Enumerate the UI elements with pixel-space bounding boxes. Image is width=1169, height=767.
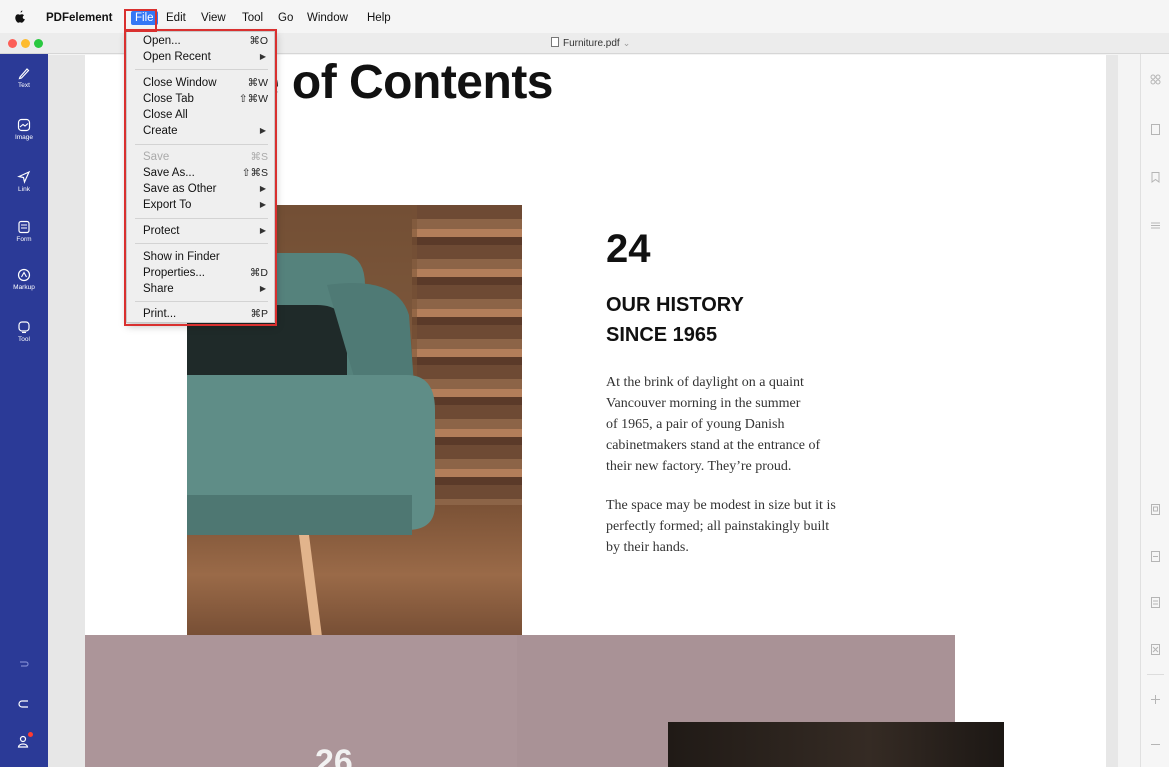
redo-button[interactable]	[0, 656, 48, 674]
link-icon	[17, 170, 31, 184]
tool-icon	[18, 321, 30, 334]
thumbnails-icon[interactable]	[1150, 74, 1161, 85]
undo-button[interactable]	[0, 696, 48, 714]
text-line: The space may be modest in size but it i…	[606, 498, 836, 513]
menu-help[interactable]: Help	[367, 12, 391, 24]
tool-form[interactable]: Form	[0, 220, 48, 243]
undo-icon	[18, 700, 28, 708]
tool-markup-label: Markup	[13, 284, 35, 291]
menu-edit[interactable]: Edit	[166, 12, 186, 24]
tool-link-label: Link	[18, 186, 30, 193]
text-line: cabinetmakers stand at the entrance of	[606, 438, 821, 453]
tool-image[interactable]: Image	[0, 118, 48, 141]
app-name-menu[interactable]: PDFelement	[46, 12, 112, 24]
menu-window[interactable]: Window	[307, 12, 348, 24]
image-icon	[17, 118, 31, 132]
left-toolbar: Text Image Link Form Markup Tool	[0, 54, 48, 767]
file-dropdown-highlight	[124, 29, 277, 326]
two-page-icon[interactable]	[1150, 551, 1161, 562]
menu-tool[interactable]: Tool	[242, 12, 263, 24]
notification-dot	[28, 732, 33, 737]
history-paragraph-1: At the brink of daylight on a quaint Van…	[606, 372, 886, 477]
text-line: their new factory. They’re proud.	[606, 459, 792, 474]
bottom-photo	[668, 722, 1004, 767]
chevron-down-icon: ⌄	[622, 38, 631, 48]
account-button[interactable]	[0, 732, 48, 753]
document-title[interactable]: Furniture.pdf ⌄	[551, 37, 630, 49]
form-icon	[18, 220, 30, 234]
tool-text-label: Text	[18, 82, 30, 89]
sidebar-divider	[1147, 674, 1164, 675]
text-line: Vancouver morning in the summer	[606, 396, 801, 411]
document-title-text: Furniture.pdf	[563, 38, 620, 49]
zoom-out-icon[interactable]	[1150, 739, 1161, 750]
tool-image-label: Image	[14, 134, 34, 141]
text-line: of 1965, a pair of young Danish	[606, 417, 785, 432]
pink-band-left	[85, 635, 517, 767]
pdf-file-icon	[551, 37, 559, 47]
redo-icon	[20, 661, 29, 667]
right-sidebar	[1140, 54, 1169, 767]
menu-go[interactable]: Go	[278, 12, 293, 24]
tool-form-label: Form	[16, 236, 32, 243]
section-title: OUR HISTORY SINCE 1965	[606, 290, 744, 350]
close-window-button[interactable]	[8, 39, 17, 48]
tool-tool[interactable]: Tool	[0, 320, 48, 343]
page-icon[interactable]	[1150, 124, 1161, 135]
tool-tool-label: Tool	[18, 336, 30, 343]
text-line: perfectly formed; all painstakingly buil…	[606, 519, 830, 534]
zoom-in-icon[interactable]	[1150, 694, 1161, 705]
tool-link[interactable]: Link	[0, 170, 48, 193]
scroll-view-icon[interactable]	[1150, 597, 1161, 608]
zoom-window-button[interactable]	[34, 39, 43, 48]
pen-icon	[18, 68, 30, 80]
bottom-page-number: 26	[315, 743, 353, 767]
section-title-line2: SINCE 1965	[606, 324, 718, 346]
page-view-icon[interactable]	[1150, 504, 1161, 515]
apple-menu-icon[interactable]	[14, 10, 26, 26]
page-heading: le of Contents	[240, 56, 554, 109]
list-icon[interactable]	[1150, 220, 1161, 231]
section-title-line1: OUR HISTORY	[606, 294, 744, 316]
bookmark-icon[interactable]	[1150, 172, 1161, 183]
tool-text[interactable]: Text	[0, 66, 48, 89]
section-page-number: 24	[606, 227, 651, 271]
menu-view[interactable]: View	[201, 12, 226, 24]
history-paragraph-2: The space may be modest in size but it i…	[606, 495, 886, 558]
fit-page-icon[interactable]	[1150, 644, 1161, 655]
tool-markup[interactable]: Markup	[0, 268, 48, 291]
text-line: by their hands.	[606, 540, 689, 555]
markup-icon	[17, 268, 31, 282]
minimize-window-button[interactable]	[21, 39, 30, 48]
text-line: At the brink of daylight on a quaint	[606, 375, 804, 390]
